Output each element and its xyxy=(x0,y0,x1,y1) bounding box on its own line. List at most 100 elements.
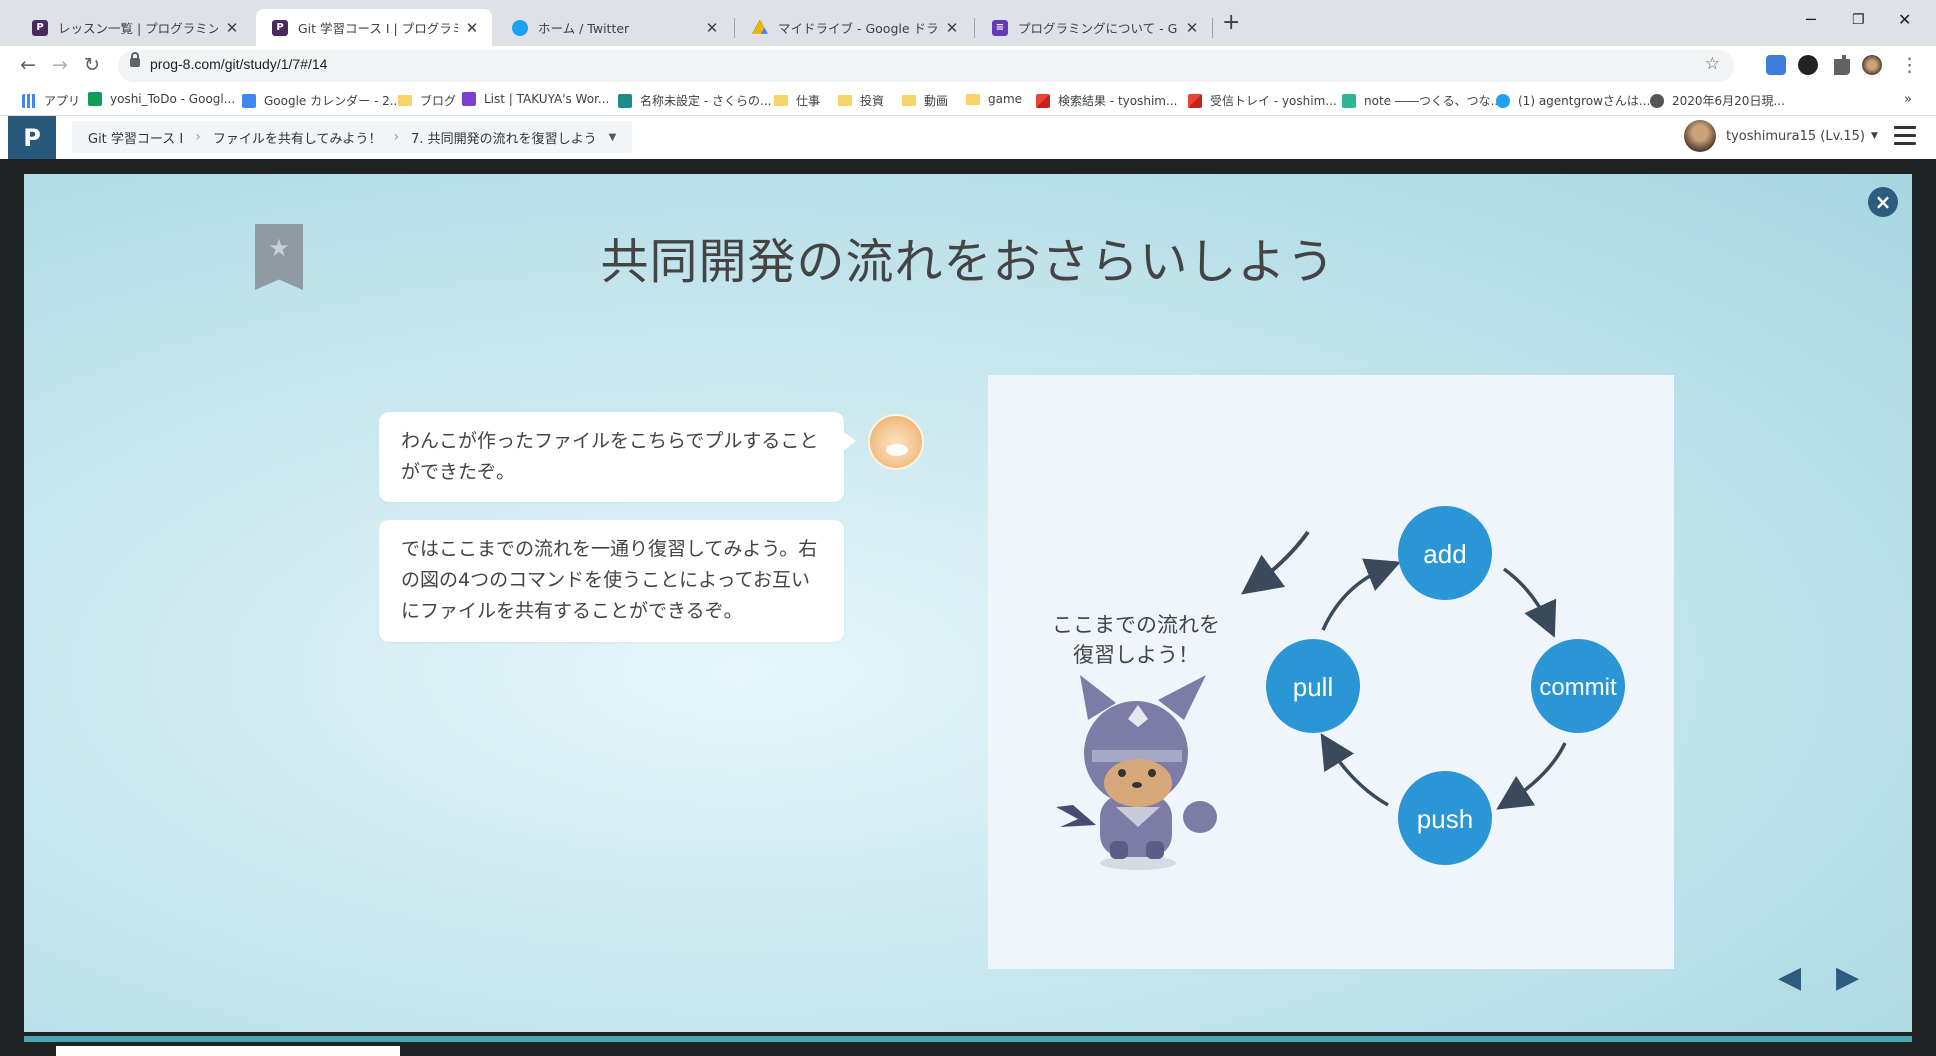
tab-git-course[interactable]: P Git 学習コース I | プログラミングの入門 ✕ xyxy=(256,9,492,46)
progate-logo[interactable]: P xyxy=(8,116,56,159)
bookmark-invest[interactable]: 投資 xyxy=(838,92,884,109)
extension-calendar-icon[interactable] xyxy=(1766,55,1786,75)
step-commit-label: commit xyxy=(1539,674,1617,701)
bookmark-calendar[interactable]: Google カレンダー - 2... xyxy=(242,92,401,109)
extension-chat-icon[interactable] xyxy=(1798,55,1818,75)
slide-title: 共同開発の流れをおさらいしよう xyxy=(600,234,1336,290)
close-tab-icon[interactable]: ✕ xyxy=(1184,19,1200,37)
note-icon xyxy=(1342,93,1356,108)
site-header: P Git 学習コース I › ファイルを共有してみよう！ › 7. 共同開発の… xyxy=(0,116,1936,159)
diagram-caption: ここまでの流れを 復習しよう！ xyxy=(1052,613,1220,667)
list-site-icon xyxy=(462,92,476,106)
url-text[interactable]: prog-8.com/git/study/1/7#/14 xyxy=(150,56,327,72)
minimize-window-icon[interactable]: ─ xyxy=(1806,10,1816,29)
breadcrumb: Git 学習コース I › ファイルを共有してみよう！ › 7. 共同開発の流れ… xyxy=(72,121,633,153)
close-tab-icon[interactable]: ✕ xyxy=(944,19,960,37)
folder-icon xyxy=(902,95,916,106)
browser-tab-strip: P レッスン一覧 | プログラミングの入門な ✕ P Git 学習コース I |… xyxy=(0,0,1936,46)
folder-icon xyxy=(398,95,412,106)
bookmark-todo[interactable]: yoshi_ToDo - Googl... xyxy=(88,92,235,106)
bookmark-star-icon[interactable]: ☆ xyxy=(1705,54,1720,74)
lock-icon xyxy=(130,52,140,67)
user-label: tyoshimura15 (Lv.15) xyxy=(1726,128,1866,144)
step-push: push xyxy=(1398,771,1492,865)
step-pull: pull xyxy=(1266,639,1360,733)
hamburger-menu-icon[interactable] xyxy=(1894,126,1916,150)
tab-twitter[interactable]: ホーム / Twitter ✕ xyxy=(496,9,732,46)
bookmark-video[interactable]: 動画 xyxy=(902,92,948,109)
extensions-puzzle-icon[interactable] xyxy=(1834,55,1850,75)
folder-icon xyxy=(774,95,788,106)
chat-bubble: ではここまでの流れを一通り復習してみよう。右の図の4つのコマンドを使うことによっ… xyxy=(379,520,844,642)
tab-google-drive[interactable]: マイドライブ - Google ドライブ ✕ xyxy=(736,9,972,46)
close-tab-icon[interactable]: ✕ xyxy=(704,19,720,37)
apps-grid-icon xyxy=(22,93,36,108)
tab-google-forms[interactable]: ≡ プログラミングについて - Google フォー ✕ xyxy=(976,9,1212,46)
reload-icon[interactable]: ↻ xyxy=(84,54,100,76)
chevron-right-icon: › xyxy=(393,129,400,145)
new-tab-button[interactable]: + xyxy=(1222,10,1240,35)
ninja-cat-illustration xyxy=(1056,675,1217,870)
step-commit: commit xyxy=(1531,639,1625,733)
breadcrumb-course[interactable]: Git 学習コース I xyxy=(88,128,183,147)
folder-icon xyxy=(838,95,852,106)
bookmarks-overflow-button[interactable]: » xyxy=(1904,92,1912,107)
dropdown-caret-icon: ▼ xyxy=(1871,131,1878,141)
bookmark-game[interactable]: game xyxy=(966,92,1022,106)
google-drive-icon xyxy=(752,19,768,34)
folder-icon xyxy=(966,93,980,105)
bookmark-twitter[interactable]: (1) agentgrowさんは... xyxy=(1496,92,1650,109)
google-calendar-icon xyxy=(242,93,256,108)
bookmark-apps[interactable]: アプリ xyxy=(22,92,80,109)
dropdown-caret-icon[interactable]: ▼ xyxy=(609,132,617,143)
google-sheets-icon xyxy=(88,92,102,106)
arrow-commit-to-push xyxy=(1496,742,1567,810)
user-menu[interactable]: tyoshimura15 (Lv.15) ▼ xyxy=(1684,120,1878,152)
sakura-icon xyxy=(618,93,632,108)
previous-slide-button[interactable]: ◀ xyxy=(1778,963,1801,993)
bookmark-search-results[interactable]: 検索結果 - tyoshim... xyxy=(1036,92,1177,109)
close-slide-button[interactable]: × xyxy=(1868,187,1898,217)
bookmark-list[interactable]: List | TAKUYA's Wor... xyxy=(462,92,609,106)
git-flow-diagram: add commit push pull ここまでの流れを 復習しよう！ xyxy=(988,375,1674,969)
step-add-label: add xyxy=(1423,539,1466,569)
globe-icon xyxy=(1650,93,1664,108)
next-slide-button[interactable]: ▶ xyxy=(1836,963,1859,993)
google-forms-icon: ≡ xyxy=(992,19,1008,36)
restore-window-icon[interactable]: ❐ xyxy=(1852,12,1865,28)
twitter-icon xyxy=(1496,93,1510,108)
chat-bubble: わんこが作ったファイルをこちらでプルすることができたぞ。 xyxy=(379,412,856,502)
instructor-dog-avatar xyxy=(868,414,924,470)
bookmarks-bar: アプリ yoshi_ToDo - Googl... Google カレンダー -… xyxy=(0,86,1936,116)
forward-icon[interactable]: → xyxy=(52,54,68,76)
back-icon[interactable]: ← xyxy=(20,54,36,76)
gmail-icon xyxy=(1188,93,1202,108)
slide-progress-bar xyxy=(24,1036,1912,1042)
bookmark-blog[interactable]: ブログ xyxy=(398,92,456,109)
browser-menu-icon[interactable]: ⋮ xyxy=(1900,54,1919,76)
address-bar[interactable]: prog-8.com/git/study/1/7#/14 ☆ xyxy=(118,50,1734,82)
tab-lesson-list[interactable]: P レッスン一覧 | プログラミングの入門な ✕ xyxy=(16,9,252,46)
step-pull-label: pull xyxy=(1293,672,1333,702)
breadcrumb-chapter[interactable]: ファイルを共有してみよう！ xyxy=(213,128,382,147)
chevron-right-icon: › xyxy=(195,129,201,145)
bookmark-sakura[interactable]: 名称未設定 - さくらの... xyxy=(618,92,771,109)
arrow-add-to-commit xyxy=(1502,567,1557,638)
progate-favicon-icon: P xyxy=(32,19,48,36)
close-window-icon[interactable]: ✕ xyxy=(1898,10,1911,29)
arrow-push-to-pull xyxy=(1320,733,1389,807)
bookmark-note[interactable]: note ――つくる、つな... xyxy=(1342,92,1502,109)
avatar xyxy=(1684,120,1716,152)
arrow-pull-to-add xyxy=(1321,558,1401,631)
twitter-icon xyxy=(512,19,528,36)
bookmark-work[interactable]: 仕事 xyxy=(774,92,820,109)
browser-toolbar: ← → ↻ prog-8.com/git/study/1/7#/14 ☆ ⋮ xyxy=(0,46,1936,86)
bottom-bar xyxy=(0,1032,1936,1056)
progate-favicon-icon: P xyxy=(272,19,288,36)
bookmark-inbox[interactable]: 受信トレイ - yoshim... xyxy=(1188,92,1337,109)
bookmark-2020[interactable]: 2020年6月20日現... xyxy=(1650,92,1785,109)
close-tab-icon[interactable]: ✕ xyxy=(464,19,480,37)
profile-avatar-icon[interactable] xyxy=(1862,55,1882,75)
close-tab-icon[interactable]: ✕ xyxy=(224,19,240,37)
breadcrumb-lesson[interactable]: 7. 共同開発の流れを復習しよう xyxy=(411,128,597,147)
